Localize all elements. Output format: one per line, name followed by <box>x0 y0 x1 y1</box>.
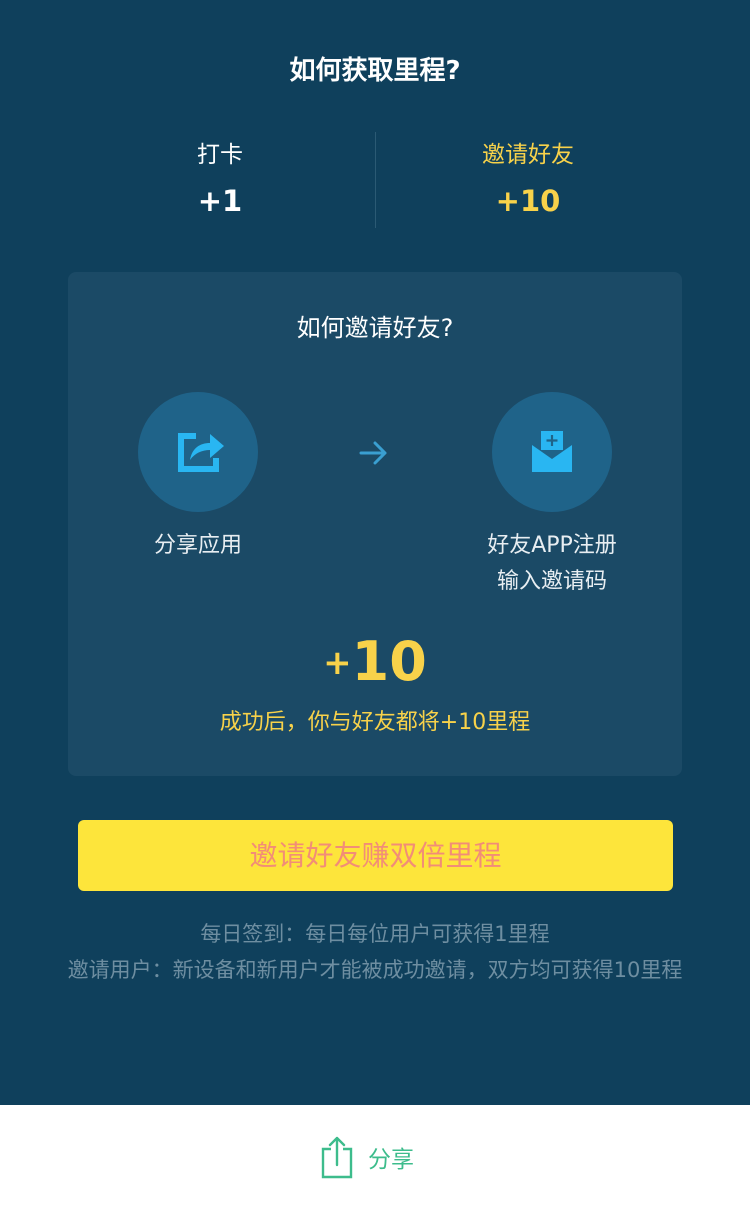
page-title: 如何获取里程? <box>289 56 461 86</box>
signup-step-circle <box>492 392 612 512</box>
envelope-plus-icon <box>532 431 572 472</box>
checkin-label: 打卡 <box>197 142 243 168</box>
signup-step-label: 好友APP注册 输入邀请码 <box>432 528 672 600</box>
checkin-value: +1 <box>197 184 243 218</box>
share-button[interactable]: 分享 <box>320 1133 414 1181</box>
invite-guide-card: 如何邀请好友? 分享应用 好友APP注册 输入邀请码 +10 成功后，你与好友都… <box>68 272 682 776</box>
reward-amount: +10 <box>68 630 682 693</box>
rule-invite: 邀请用户：新设备和新用户才能被成功邀请，双方均可获得10里程 <box>67 958 683 982</box>
arrow-right-icon <box>359 441 387 465</box>
signup-step-line1: 好友APP注册 <box>487 533 617 558</box>
card-title: 如何邀请好友? <box>296 314 454 342</box>
signup-step-line2: 输入邀请码 <box>496 569 607 594</box>
bottom-bar: 分享 <box>0 1105 750 1206</box>
share-label: 分享 <box>368 1147 414 1173</box>
reward-description: 成功后，你与好友都将+10里程 <box>219 710 531 735</box>
invite-stat: 邀请好友 +10 <box>378 132 678 224</box>
rules-text: 每日签到：每日每位用户可获得1里程 邀请用户：新设备和新用户才能被成功邀请，双方… <box>40 916 710 988</box>
stats-divider <box>375 132 376 228</box>
invite-friends-button[interactable]: 邀请好友赚双倍里程 <box>78 820 673 891</box>
invite-value: +10 <box>495 184 561 218</box>
stats-row: 打卡 +1 邀请好友 +10 <box>0 132 750 228</box>
reward-number: 10 <box>351 630 427 693</box>
share-icon <box>178 433 224 472</box>
main-panel: 如何获取里程? 打卡 +1 邀请好友 +10 如何邀请好友? 分享应用 好友AP… <box>0 0 750 1105</box>
share-step-label: 分享应用 <box>153 533 242 558</box>
invite-label: 邀请好友 <box>482 142 574 168</box>
share-step-circle <box>138 392 258 512</box>
reward-plus: + <box>323 643 352 683</box>
rule-checkin: 每日签到：每日每位用户可获得1里程 <box>200 922 550 946</box>
share-upload-icon <box>321 1136 353 1179</box>
checkin-stat: 打卡 +1 <box>70 132 370 224</box>
